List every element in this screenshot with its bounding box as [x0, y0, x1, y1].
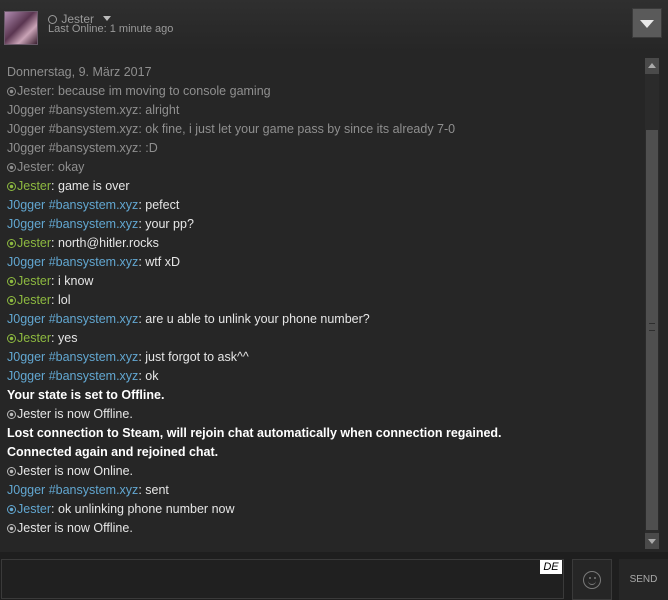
system-text: Lost connection to Steam, will rejoin ch…: [7, 426, 502, 440]
sender-name[interactable]: J0gger #bansystem.xyz: [7, 312, 138, 326]
system-text: Jester is now Offline.: [17, 521, 133, 535]
chat-message: Jester: yes: [7, 329, 77, 347]
chat-message: J0gger #bansystem.xyz: ok: [7, 367, 158, 385]
chat-message: J0gger #bansystem.xyz: :D: [7, 139, 158, 157]
chat-message: J0gger #bansystem.xyz: just forgot to as…: [7, 348, 249, 366]
status-icon: [7, 277, 16, 286]
message-text: : ok: [138, 369, 159, 383]
message-text: : sent: [138, 483, 169, 497]
sender-name[interactable]: J0gger #bansystem.xyz: [7, 217, 138, 231]
message-text: : okay: [51, 160, 85, 174]
status-icon: [7, 467, 16, 476]
message-text: : because im moving to console gaming: [51, 84, 271, 98]
message-text: : pefect: [138, 198, 180, 212]
date-separator: Donnerstag, 9. März 2017: [7, 65, 152, 79]
message-text: : yes: [51, 331, 78, 345]
chat-message: Jester: ok unlinking phone number now: [7, 500, 235, 518]
status-icon: [7, 524, 16, 533]
sender-name[interactable]: Jester: [17, 236, 51, 250]
avatar[interactable]: [4, 11, 38, 45]
grip-icon: [649, 323, 655, 331]
last-online-status: Last Online: 1 minute ago: [48, 23, 174, 35]
sender-name[interactable]: Jester: [17, 293, 51, 307]
chat-message: Jester: because im moving to console gam…: [7, 82, 271, 100]
sender-name[interactable]: J0gger #bansystem.xyz: [7, 141, 138, 155]
scroll-down-button[interactable]: [645, 533, 659, 549]
chat-header: Jester Last Online: 1 minute ago: [0, 0, 668, 52]
system-message: Jester is now Offline.: [7, 519, 133, 537]
sender-name[interactable]: J0gger #bansystem.xyz: [7, 122, 138, 136]
sender-name[interactable]: Jester: [17, 502, 51, 516]
language-indicator: DE: [540, 560, 562, 574]
system-text: Jester is now Online.: [17, 464, 134, 478]
message-text: : i know: [51, 274, 94, 288]
message-text: : game is over: [51, 179, 130, 193]
status-icon: [7, 296, 16, 305]
smiley-icon: [583, 571, 601, 589]
sender-name[interactable]: J0gger #bansystem.xyz: [7, 198, 138, 212]
sender-name[interactable]: J0gger #bansystem.xyz: [7, 350, 138, 364]
chat-message: Jester: okay: [7, 158, 84, 176]
sender-name[interactable]: Jester: [17, 84, 51, 98]
chat-scrollbar[interactable]: [645, 58, 659, 549]
message-text: : alright: [138, 103, 180, 117]
scrollbar-thumb[interactable]: [646, 130, 658, 530]
message-text: : ok unlinking phone number now: [51, 502, 235, 516]
message-text: : ok fine, i just let your game pass by …: [138, 122, 456, 136]
scroll-up-button[interactable]: [645, 58, 659, 74]
system-text: Jester is now Offline.: [17, 407, 133, 421]
chevron-down-icon: [103, 16, 112, 21]
system-message: Your state is set to Offline.: [7, 386, 164, 404]
arrow-up-icon: [648, 63, 656, 68]
status-icon: [7, 239, 16, 248]
message-input[interactable]: [1, 559, 564, 599]
chat-message: J0gger #bansystem.xyz: wtf xD: [7, 253, 180, 271]
chat-message: Jester: north@hitler.rocks: [7, 234, 159, 252]
system-message: Lost connection to Steam, will rejoin ch…: [7, 424, 502, 442]
sender-name[interactable]: Jester: [17, 179, 51, 193]
status-icon: [7, 410, 16, 419]
sender-name[interactable]: J0gger #bansystem.xyz: [7, 369, 138, 383]
system-message: Connected again and rejoined chat.: [7, 443, 218, 461]
status-icon: [7, 163, 16, 172]
sender-name[interactable]: Jester: [17, 160, 51, 174]
send-button[interactable]: SEND: [619, 559, 668, 600]
message-text: : are u able to unlink your phone number…: [138, 312, 370, 326]
status-icon: [7, 182, 16, 191]
message-text: : :D: [138, 141, 158, 155]
chat-message: J0gger #bansystem.xyz: alright: [7, 101, 179, 119]
chat-message: J0gger #bansystem.xyz: are u able to unl…: [7, 310, 370, 328]
arrow-down-icon: [648, 539, 656, 544]
message-text: : your pp?: [138, 217, 194, 231]
system-text: Connected again and rejoined chat.: [7, 445, 219, 459]
chat-message: Jester: i know: [7, 272, 93, 290]
chat-message: J0gger #bansystem.xyz: your pp?: [7, 215, 194, 233]
chat-message: J0gger #bansystem.xyz: ok fine, i just l…: [7, 120, 455, 138]
sender-name[interactable]: J0gger #bansystem.xyz: [7, 103, 138, 117]
sender-name[interactable]: Jester: [17, 331, 51, 345]
chat-message: J0gger #bansystem.xyz: pefect: [7, 196, 179, 214]
sender-name[interactable]: J0gger #bansystem.xyz: [7, 483, 138, 497]
system-message: Jester is now Online.: [7, 462, 133, 480]
message-text: : just forgot to ask^^: [138, 350, 249, 364]
chat-message: J0gger #bansystem.xyz: sent: [7, 481, 169, 499]
sender-name[interactable]: Jester: [17, 274, 51, 288]
options-dropdown-button[interactable]: [632, 8, 662, 38]
emoticon-button[interactable]: [572, 559, 612, 600]
chat-log[interactable]: Donnerstag, 9. März 2017 Jester: because …: [0, 52, 645, 552]
chat-message: Jester: game is over: [7, 177, 130, 195]
system-message: Jester is now Offline.: [7, 405, 133, 423]
message-text: : lol: [51, 293, 71, 307]
message-text: : wtf xD: [138, 255, 180, 269]
chat-message: Jester: lol: [7, 291, 71, 309]
system-text: Your state is set to Offline.: [7, 388, 165, 402]
chevron-down-icon: [640, 20, 654, 28]
sender-name[interactable]: J0gger #bansystem.xyz: [7, 255, 138, 269]
status-icon: [7, 334, 16, 343]
composer: [0, 552, 668, 600]
status-icon: [7, 87, 16, 96]
message-text: : north@hitler.rocks: [51, 236, 159, 250]
status-icon: [7, 505, 16, 514]
